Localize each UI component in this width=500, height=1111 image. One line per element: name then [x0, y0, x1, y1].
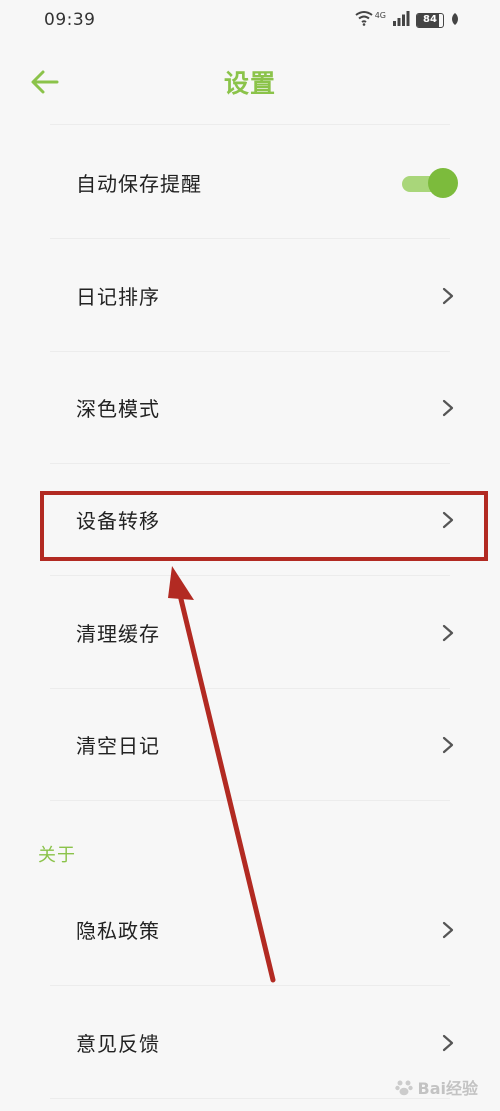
chevron-right-icon: [442, 736, 454, 753]
setting-label: 清空日记: [76, 734, 160, 758]
chevron-right-icon: [442, 921, 454, 938]
setting-label: 自动保存提醒: [76, 172, 202, 196]
status-time: 09:39: [44, 10, 96, 30]
leaf-icon: [450, 11, 460, 30]
settings-screen: 09:39 4G 84 设置 自动保存提醒 日记排序 深色模式 设备转移 清理缓…: [0, 0, 500, 1111]
battery-icon: 84: [416, 12, 444, 28]
setting-label: 日记排序: [76, 285, 160, 309]
wifi-icon: [354, 10, 374, 30]
status-bar: 09:39 4G 84: [0, 0, 500, 40]
page-title: 设置: [223, 69, 276, 98]
setting-dark-mode[interactable]: 深色模式: [50, 352, 454, 464]
section-header-about: 关于: [38, 845, 76, 866]
setting-device-transfer[interactable]: 设备转移: [50, 464, 454, 576]
setting-label: 清理缓存: [76, 622, 160, 646]
chevron-right-icon: [442, 624, 454, 641]
chevron-right-icon: [442, 1034, 454, 1051]
setting-clear-cache[interactable]: 清理缓存: [50, 577, 454, 689]
status-icons: 4G 84: [354, 10, 460, 30]
battery-level-text: 84: [423, 13, 437, 25]
watermark-text: Bai经验: [417, 1079, 478, 1098]
chevron-right-icon: [442, 399, 454, 416]
toggle-knob: [428, 167, 458, 198]
top-app-bar: 设置: [0, 52, 500, 112]
chevron-right-icon: [442, 511, 454, 528]
network-type: 4G: [374, 10, 386, 20]
watermark: Bai经验: [394, 1075, 478, 1099]
setting-feedback[interactable]: 意见反馈: [50, 987, 454, 1099]
setting-label: 设备转移: [76, 509, 160, 533]
chevron-right-icon: [442, 287, 454, 304]
header-divider: [50, 124, 450, 125]
setting-label: 隐私政策: [76, 919, 160, 943]
auto-save-toggle[interactable]: [400, 167, 460, 199]
setting-auto-save-reminder[interactable]: 自动保存提醒: [50, 127, 458, 239]
setting-label: 意见反馈: [76, 1032, 160, 1056]
setting-diary-sort[interactable]: 日记排序: [50, 240, 454, 352]
paw-icon: [394, 1080, 413, 1096]
setting-label: 深色模式: [76, 397, 160, 421]
signal-icon: [392, 10, 410, 30]
setting-clear-diary[interactable]: 清空日记: [50, 689, 454, 801]
setting-privacy-policy[interactable]: 隐私政策: [50, 874, 454, 986]
